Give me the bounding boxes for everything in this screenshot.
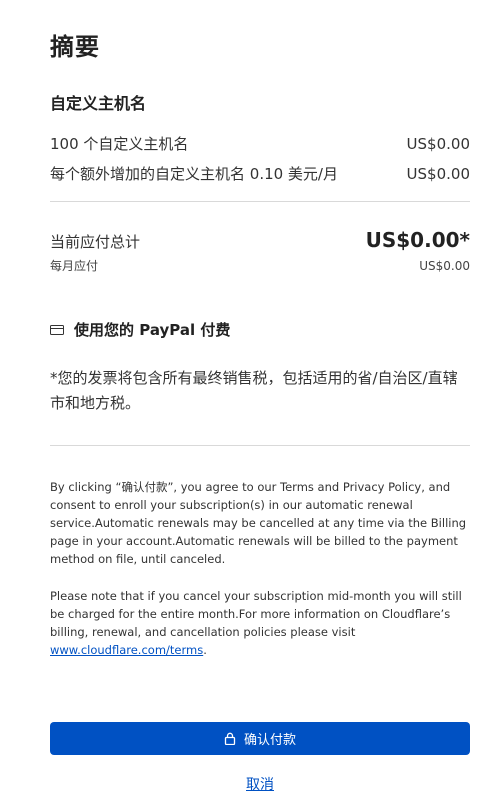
line-item-price: US$0.00 — [406, 165, 470, 183]
summary-panel: 摘要 自定义主机名 100 个自定义主机名 US$0.00 每个额外增加的自定义… — [50, 0, 470, 803]
lock-icon — [224, 732, 236, 745]
payment-method: 使用您的 PayPal 付费 — [50, 319, 230, 340]
line-item: 每个额外增加的自定义主机名 0.10 美元/月 US$0.00 — [50, 163, 470, 184]
divider — [50, 445, 470, 446]
terms-link[interactable]: www.cloudflare.com/terms — [50, 643, 203, 657]
cancel-link[interactable]: 取消 — [246, 777, 274, 793]
line-item: 100 个自定义主机名 US$0.00 — [50, 133, 470, 154]
confirm-payment-label: 确认付款 — [243, 733, 296, 748]
legal-consent-text: By clicking “确认付款”, you agree to our Ter… — [50, 480, 467, 566]
monthly-amount: US$0.00 — [419, 259, 470, 273]
total-label: 当前应付总计 — [50, 233, 141, 251]
line-item-label: 每个额外增加的自定义主机名 0.10 美元/月 — [50, 165, 338, 183]
divider — [50, 201, 470, 202]
total-amount: US$0.00* — [365, 228, 470, 252]
payment-method-label: 使用您的 PayPal 付费 — [74, 321, 231, 339]
total-row: 当前应付总计 US$0.00* — [50, 228, 470, 252]
tax-note: *您的发票将包含所有最终销售税，包括适用的省/自治区/直辖市和地方税。 — [50, 369, 458, 412]
confirm-payment-button[interactable]: 确认付款 — [50, 722, 470, 755]
monthly-row: 每月应付 US$0.00 — [50, 257, 470, 274]
legal-link-suffix: . — [203, 643, 207, 657]
line-item-label: 100 个自定义主机名 — [50, 135, 189, 153]
legal-cancellation-body: Please note that if you cancel your subs… — [50, 589, 462, 639]
section-title: 自定义主机名 — [50, 94, 147, 113]
legal-cancellation-text: Please note that if you cancel your subs… — [50, 587, 470, 659]
credit-card-icon — [50, 324, 64, 335]
page-title: 摘要 — [50, 33, 100, 61]
monthly-label: 每月应付 — [50, 259, 99, 273]
line-item-price: US$0.00 — [406, 135, 470, 153]
cancel-link-row: 取消 — [50, 774, 470, 794]
